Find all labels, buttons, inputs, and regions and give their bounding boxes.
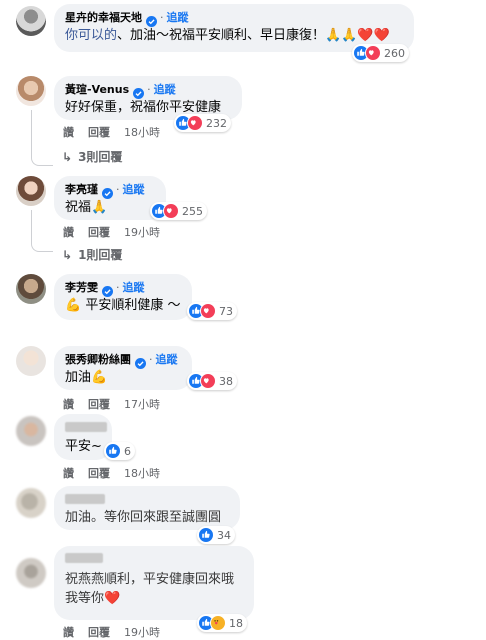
reaction-count: 38 <box>219 374 233 388</box>
comment-text: 平安~ <box>65 439 102 454</box>
comment-text-rest: 、加油～祝福平安順利、早日康復！🙏🙏❤️❤️ <box>117 28 390 43</box>
comment-bubble: 祝燕燕順利，平安健康回來哦 我等你❤️ <box>54 546 254 620</box>
reaction-summary[interactable]: 6 <box>104 442 135 460</box>
reply-button[interactable]: 回覆 <box>88 465 110 481</box>
reaction-summary[interactable]: 34 <box>197 526 235 544</box>
reaction-summary[interactable]: 73 <box>187 302 237 320</box>
verified-badge-icon <box>133 84 145 99</box>
timestamp[interactable]: 19小時 <box>124 224 160 240</box>
commenter-name-blurred <box>65 553 103 563</box>
avatar[interactable] <box>16 176 46 206</box>
reaction-count: 18 <box>229 616 243 630</box>
like-icon <box>105 443 121 459</box>
view-replies-link[interactable]: ↳ 1則回覆 <box>62 246 122 263</box>
comment-bubble: 李亮瑾 · 追蹤 祝福🙏 <box>54 176 166 220</box>
commenter-name[interactable]: 李芳雯 <box>65 279 98 295</box>
like-button[interactable]: 讚 <box>63 224 74 240</box>
timestamp[interactable]: 18小時 <box>124 124 160 140</box>
comment-text: 祝燕燕順利，平安健康回來哦 <box>65 572 235 587</box>
commenter-name[interactable]: 李亮瑾 <box>65 181 98 197</box>
love-icon <box>163 203 179 219</box>
reaction-summary[interactable]: 260 <box>352 44 409 62</box>
avatar[interactable] <box>16 488 46 518</box>
reply-button[interactable]: 回覆 <box>88 624 110 640</box>
reaction-summary[interactable]: 255 <box>150 202 207 220</box>
comment-text: 祝福🙏 <box>65 200 108 215</box>
reaction-summary[interactable]: 18 <box>197 614 247 632</box>
commenter-name[interactable]: 星卉的幸福天地 <box>65 9 142 25</box>
timestamp[interactable]: 19小時 <box>124 624 160 640</box>
comment-actions: 讚 回覆 18小時 <box>63 124 174 140</box>
timestamp[interactable]: 18小時 <box>124 465 160 481</box>
avatar[interactable] <box>16 76 46 106</box>
care-icon <box>210 615 226 631</box>
reply-button[interactable]: 回覆 <box>88 396 110 412</box>
comment-bubble: 李芳雯 · 追蹤 💪 平安順利健康 ～ <box>54 274 192 320</box>
like-button[interactable]: 讚 <box>63 396 74 412</box>
follow-button[interactable]: 追蹤 <box>154 81 176 97</box>
separator-dot: · <box>116 280 120 294</box>
replies-count: 1則回覆 <box>78 248 123 262</box>
reaction-summary[interactable]: 232 <box>174 114 231 132</box>
reaction-count: 6 <box>124 444 131 458</box>
view-replies-link[interactable]: ↳ 3則回覆 <box>62 148 122 165</box>
reply-arrow-icon: ↳ <box>62 150 73 164</box>
reply-arrow-icon: ↳ <box>62 248 73 262</box>
comment-actions: 讚 回覆 19小時 <box>63 224 174 240</box>
comment-actions: 讚 回覆 17小時 <box>63 396 174 412</box>
separator-dot: · <box>147 82 151 96</box>
reaction-count: 34 <box>217 528 231 542</box>
like-button[interactable]: 讚 <box>63 465 74 481</box>
follow-button[interactable]: 追蹤 <box>123 279 145 295</box>
thread-line <box>31 210 53 252</box>
verified-badge-icon <box>146 12 157 27</box>
avatar[interactable] <box>16 416 46 446</box>
reaction-count: 255 <box>182 204 203 218</box>
love-icon <box>200 303 216 319</box>
comment-bubble: 張秀卿粉絲團 · 追蹤 加油💪 <box>54 346 192 390</box>
reply-button[interactable]: 回覆 <box>88 224 110 240</box>
avatar[interactable] <box>16 274 46 304</box>
separator-dot: · <box>116 182 120 196</box>
love-icon <box>200 373 216 389</box>
separator-dot: · <box>149 352 153 366</box>
reaction-count: 232 <box>206 116 227 130</box>
separator-dot: · <box>160 10 164 24</box>
love-icon <box>187 115 203 131</box>
avatar[interactable] <box>16 6 46 36</box>
reaction-summary[interactable]: 38 <box>187 372 237 390</box>
reaction-count: 73 <box>219 304 233 318</box>
follow-button[interactable]: 追蹤 <box>167 9 189 25</box>
commenter-name-blurred <box>65 422 107 432</box>
comment-text: 你可以的、加油～祝福平安順利、早日康復！🙏🙏❤️❤️ <box>65 27 403 45</box>
comment-text: 加油。等你回來跟至誠團圓 <box>65 510 222 525</box>
comment-actions: 讚 回覆 19小時 <box>63 624 174 640</box>
verified-badge-icon <box>102 184 113 199</box>
comment-actions: 讚 回覆 18小時 <box>63 465 174 481</box>
thread-line <box>31 110 53 166</box>
follow-button[interactable]: 追蹤 <box>123 181 145 197</box>
avatar[interactable] <box>16 558 46 588</box>
comment-text: 我等你❤️ <box>65 591 121 606</box>
like-icon <box>198 527 214 543</box>
reaction-count: 260 <box>384 46 405 60</box>
verified-badge-icon <box>102 282 113 297</box>
replies-count: 3則回覆 <box>78 150 123 164</box>
comment-text: 💪 平安順利健康 ～ <box>65 298 181 313</box>
commenter-name[interactable]: 張秀卿粉絲團 <box>65 351 131 367</box>
like-button[interactable]: 讚 <box>63 124 74 140</box>
follow-button[interactable]: 追蹤 <box>156 351 178 367</box>
comment-text: 加油💪 <box>65 370 108 385</box>
like-button[interactable]: 讚 <box>63 624 74 640</box>
comment-text-link[interactable]: 你可以的 <box>65 28 117 43</box>
commenter-name[interactable]: 黃瑄-Venus <box>65 81 129 97</box>
reply-button[interactable]: 回覆 <box>88 124 110 140</box>
love-icon <box>365 45 381 61</box>
avatar[interactable] <box>16 346 46 376</box>
verified-badge-icon <box>135 354 146 369</box>
commenter-name-blurred <box>65 494 105 504</box>
timestamp[interactable]: 17小時 <box>124 396 160 412</box>
comment-bubble: 加油。等你回來跟至誠團圓 <box>54 486 240 530</box>
